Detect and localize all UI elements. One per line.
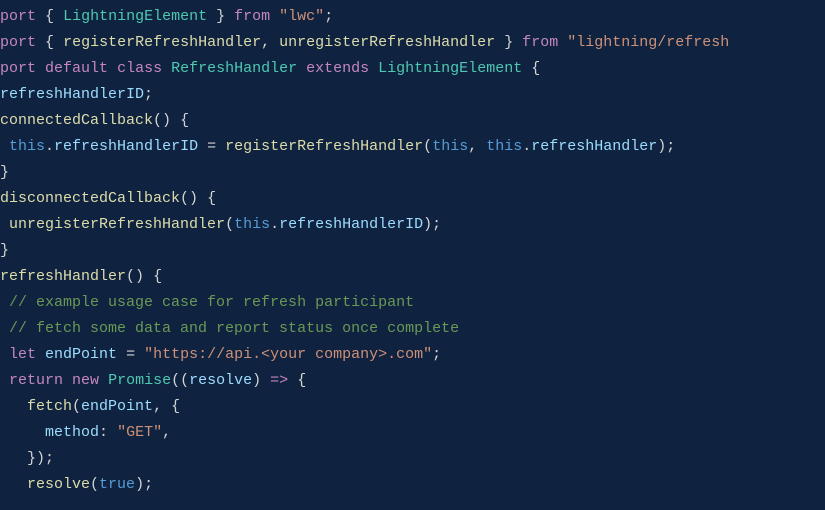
code-line: let endPoint = "https://api.<your compan… [0,342,825,368]
code-line: } [0,160,825,186]
code-line: fetch(endPoint, { [0,394,825,420]
code-line: } [0,238,825,264]
code-line: // example usage case for refresh partic… [0,290,825,316]
code-line: connectedCallback() { [0,108,825,134]
code-line: method: "GET", [0,420,825,446]
code-line: refreshHandler() { [0,264,825,290]
code-line: refreshHandlerID; [0,82,825,108]
code-line: port { LightningElement } from "lwc"; [0,4,825,30]
code-block: port { LightningElement } from "lwc"; po… [0,4,825,498]
code-line: port { registerRefreshHandler, unregiste… [0,30,825,56]
code-line: // fetch some data and report status onc… [0,316,825,342]
code-line: this.refreshHandlerID = registerRefreshH… [0,134,825,160]
code-line: disconnectedCallback() { [0,186,825,212]
code-line: resolve(true); [0,472,825,498]
code-line: return new Promise((resolve) => { [0,368,825,394]
code-line: }); [0,446,825,472]
code-line: port default class RefreshHandler extend… [0,56,825,82]
code-line: unregisterRefreshHandler(this.refreshHan… [0,212,825,238]
